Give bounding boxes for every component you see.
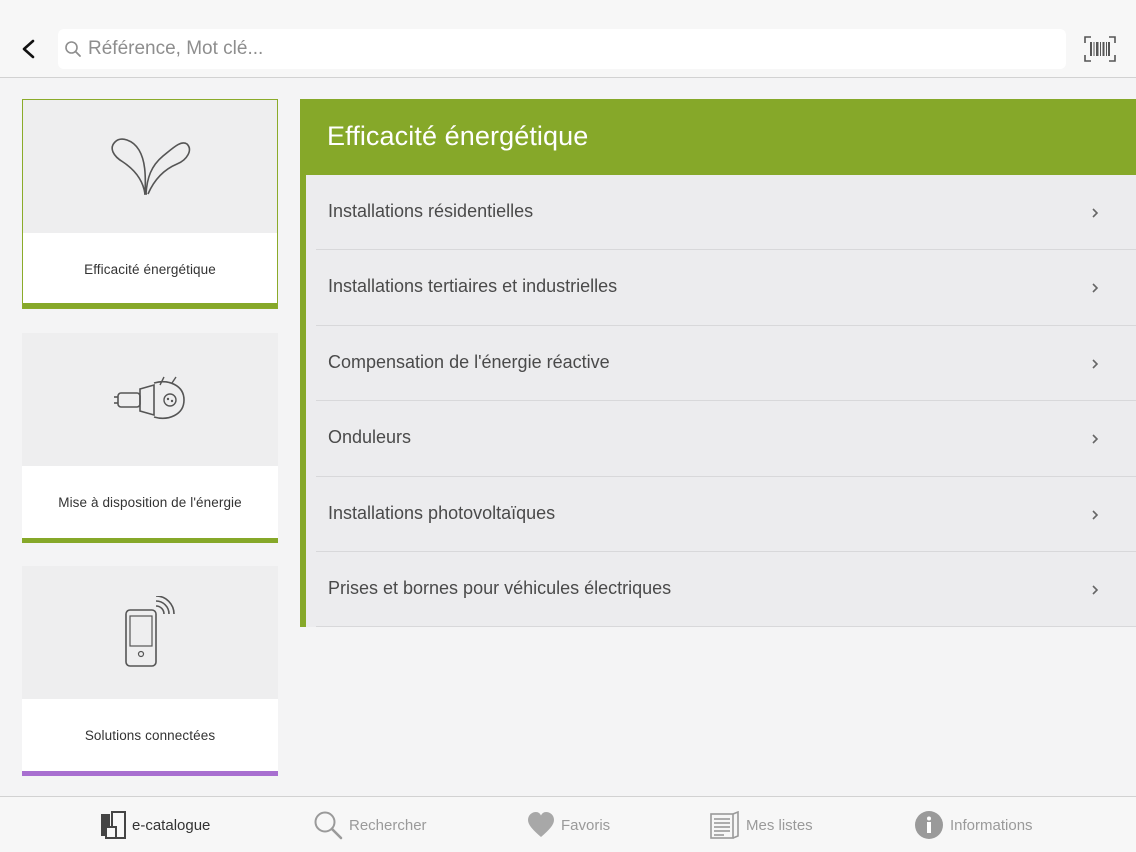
chevron-right-icon [1092, 509, 1099, 520]
chevron-right-icon [1092, 208, 1099, 218]
tab-rechercher[interactable]: Rechercher [313, 797, 427, 852]
tab-label: Rechercher [349, 816, 427, 834]
magnifier-icon [65, 41, 81, 57]
category-accent-bar [23, 303, 277, 308]
subcategory-row-photovoltaiques[interactable]: Installations photovoltaïques [306, 476, 1136, 552]
category-accent-bar [22, 538, 278, 543]
panel-title: Efficacité énergétique [327, 121, 589, 151]
tab-e-catalogue[interactable]: e-catalogue [100, 797, 210, 852]
subcategory-label: Installations résidentielles [328, 201, 534, 221]
category-label: Solutions connectées [84, 727, 216, 743]
search-bar [58, 29, 1066, 69]
tab-favoris[interactable]: Favoris [527, 797, 610, 852]
chevron-right-icon [1092, 283, 1099, 293]
category-card-solutions-connectees[interactable]: Solutions connectées [22, 566, 278, 776]
list-icon [710, 811, 739, 839]
subcategory-label: Installations photovoltaïques [328, 502, 556, 523]
sprout-icon [111, 138, 191, 195]
category-image [22, 333, 278, 466]
subcategory-panel: Efficacité énergétique Installations rés… [300, 99, 1136, 628]
category-card-efficacite[interactable]: Efficacité énergétique [22, 99, 278, 309]
tab-mes-listes[interactable]: Mes listes [710, 797, 813, 852]
tab-label: Informations [950, 816, 1033, 834]
tab-label: Favoris [561, 816, 611, 834]
app-root: Efficacité énergétique Mise à dispositio… [0, 0, 1136, 852]
chevron-right-icon [1092, 585, 1099, 595]
subcategory-label: Compensation de l'énergie réactive [328, 351, 610, 372]
barcode-scan-button[interactable] [1084, 36, 1116, 62]
category-label: Efficacité énergétique [84, 261, 216, 277]
category-image [22, 566, 278, 699]
category-accent-bar [22, 771, 278, 776]
search-icon [314, 811, 343, 840]
row-divider [316, 626, 1136, 628]
category-card-mise-a-disposition[interactable]: Mise à disposition de l'énergie [22, 333, 278, 543]
plug-icon [114, 376, 185, 419]
tab-informations[interactable]: Informations [914, 797, 1033, 852]
subcategory-label: Onduleurs [328, 427, 412, 448]
subcategory-row-installations-residentielles[interactable]: Installations résidentielles [306, 175, 1136, 251]
subcategory-label: Prises et bornes pour véhicules électriq… [328, 577, 672, 598]
subcategory-list: Installations résidentielles Installatio… [306, 175, 1136, 628]
tab-label: e-catalogue [132, 816, 211, 834]
subcategory-row-installations-tertiaires[interactable]: Installations tertiaires et industrielle… [306, 250, 1136, 326]
chevron-left-icon [22, 39, 35, 59]
connected-phone-icon [125, 596, 175, 667]
subcategory-row-onduleurs[interactable]: Onduleurs [306, 401, 1136, 477]
top-bar [0, 0, 1136, 78]
barcode-scanner-icon [1084, 36, 1116, 62]
subcategory-row-compensation-energie[interactable]: Compensation de l'énergie réactive [306, 325, 1136, 402]
chevron-right-icon [1092, 359, 1099, 369]
info-icon [915, 811, 943, 839]
subcategory-label: Installations tertiaires et industrielle… [328, 276, 618, 297]
chevron-right-icon [1092, 434, 1099, 444]
category-image [23, 100, 277, 233]
category-label: Mise à disposition de l'énergie [58, 494, 242, 510]
panel-header: Efficacité énergétique [300, 99, 1136, 175]
search-input[interactable] [88, 29, 1048, 69]
heart-icon [528, 812, 554, 837]
back-button[interactable] [14, 32, 44, 66]
catalogue-icon [101, 811, 126, 839]
subcategory-row-prises-bornes[interactable]: Prises et bornes pour véhicules électriq… [306, 551, 1136, 628]
tab-label: Mes listes [746, 816, 813, 834]
bottom-tab-bar: e-catalogue Rechercher Favoris Mes liste… [0, 796, 1136, 852]
